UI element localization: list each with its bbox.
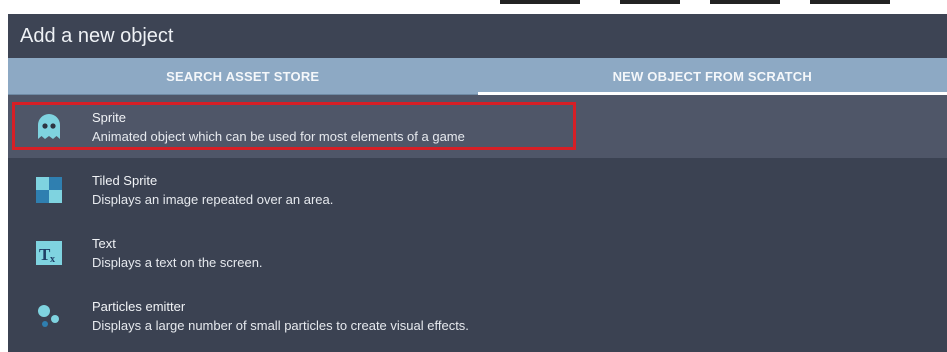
tab-search-asset-store[interactable]: SEARCH ASSET STORE xyxy=(8,58,478,94)
svg-text:x: x xyxy=(50,254,55,265)
list-item-sprite[interactable]: Sprite Animated object which can be used… xyxy=(8,95,947,158)
item-description: Displays a text on the screen. xyxy=(92,254,263,270)
particles-icon xyxy=(34,301,64,331)
item-description: Displays a large number of small particl… xyxy=(92,317,469,333)
item-description: Displays an image repeated over an area. xyxy=(92,191,334,207)
text-object-icon: T x xyxy=(34,238,64,268)
tab-new-object-from-scratch[interactable]: NEW OBJECT FROM SCRATCH xyxy=(477,58,947,95)
list-item-particles-emitter[interactable]: Particles emitter Displays a large numbe… xyxy=(8,284,947,347)
tiled-sprite-icon xyxy=(34,175,64,205)
cropped-text-fragment xyxy=(500,0,890,4)
object-type-list: Sprite Animated object which can be used… xyxy=(8,95,947,347)
selection-highlight xyxy=(12,102,576,150)
item-name: Tiled Sprite xyxy=(92,172,158,188)
item-name: Text xyxy=(92,235,116,251)
list-item-text[interactable]: T x Text Displays a text on the screen. xyxy=(8,221,947,284)
tab-bar: SEARCH ASSET STORE NEW OBJECT FROM SCRAT… xyxy=(8,58,947,95)
list-item-tiled-sprite[interactable]: Tiled Sprite Displays an image repeated … xyxy=(8,158,947,221)
dialog-title: Add a new object xyxy=(8,14,947,58)
item-name: Particles emitter xyxy=(92,298,186,314)
add-object-dialog: Add a new object SEARCH ASSET STORE NEW … xyxy=(8,14,947,352)
